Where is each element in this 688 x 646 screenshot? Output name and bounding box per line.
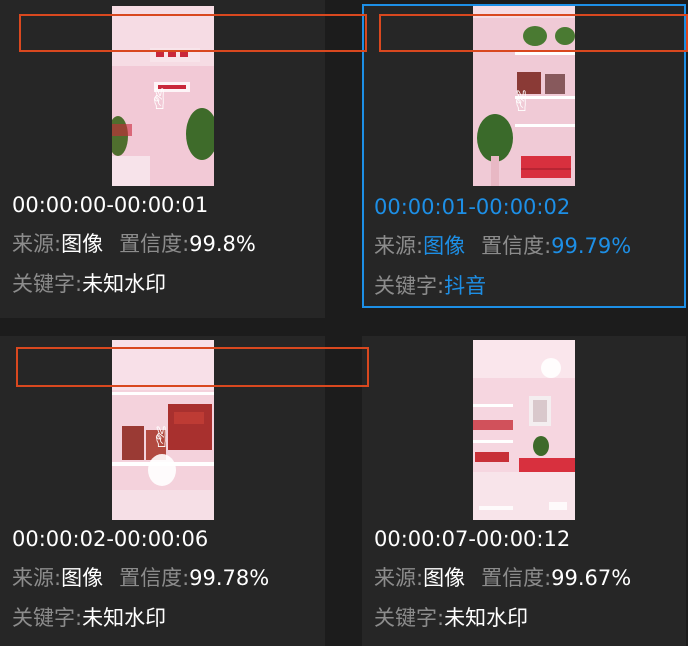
keyword-row: 关键字:抖音	[374, 273, 486, 299]
keyword-label: 关键字:	[12, 606, 83, 630]
time-range-text: 00:00:00-00:00:01	[12, 193, 209, 217]
hand-gesture-icon: ✌	[510, 85, 534, 118]
keyword-value: 未知水印	[82, 272, 167, 296]
source-label: 来源:	[374, 234, 424, 258]
result-card-1[interactable]: ✌ 00:00:00-00:00:01 来源:图像 置信度:99.8% 关键字:未…	[0, 0, 325, 318]
keyword-label: 关键字:	[374, 606, 445, 630]
result-card-4[interactable]: 00:00:07-00:00:12 来源:图像 置信度:99.67% 关键字:未知…	[362, 336, 686, 646]
time-range: 00:00:01-00:00:02	[374, 194, 570, 220]
source-value: 图像	[61, 232, 104, 256]
time-range-text: 00:00:02-00:00:06	[12, 527, 209, 551]
source-value: 图像	[423, 234, 466, 258]
video-thumbnail	[473, 340, 575, 520]
time-range-text: 00:00:07-00:00:12	[374, 527, 571, 551]
source-label: 来源:	[374, 566, 424, 590]
result-card-2[interactable]: ✌ 00:00:01-00:00:02 来源:图像 置信度:99.79% 关键字:…	[362, 4, 686, 308]
source-value: 图像	[61, 566, 104, 590]
hand-gesture-icon: ✌	[150, 421, 174, 454]
confidence-value: 99.78%	[189, 566, 270, 590]
keyword-value: 抖音	[444, 274, 487, 298]
time-range: 00:00:00-00:00:01	[12, 192, 208, 218]
confidence-label: 置信度:	[481, 566, 552, 590]
source-value: 图像	[423, 566, 466, 590]
hand-gesture-icon: ✌	[148, 83, 172, 116]
keyword-row: 关键字:未知水印	[374, 605, 528, 631]
confidence-value: 99.79%	[551, 234, 632, 258]
source-confidence-row: 来源:图像 置信度:99.78%	[12, 565, 269, 591]
confidence-label: 置信度:	[119, 232, 190, 256]
source-label: 来源:	[12, 566, 62, 590]
keyword-row: 关键字:未知水印	[12, 271, 166, 297]
time-range-text: 00:00:01-00:00:02	[374, 195, 571, 219]
source-confidence-row: 来源:图像 置信度:99.8%	[12, 231, 256, 257]
confidence-value: 99.67%	[551, 566, 632, 590]
source-confidence-row: 来源:图像 置信度:99.67%	[374, 565, 631, 591]
result-card-3[interactable]: ✌ 00:00:02-00:00:06 来源:图像 置信度:99.78% 关键字:…	[0, 336, 325, 646]
time-range: 00:00:07-00:00:12	[374, 526, 570, 552]
keyword-value: 未知水印	[82, 606, 167, 630]
source-confidence-row: 来源:图像 置信度:99.79%	[374, 233, 631, 259]
keyword-label: 关键字:	[12, 272, 83, 296]
confidence-value: 99.8%	[189, 232, 256, 256]
source-label: 来源:	[12, 232, 62, 256]
confidence-label: 置信度:	[119, 566, 190, 590]
keyword-value: 未知水印	[444, 606, 529, 630]
confidence-label: 置信度:	[481, 234, 552, 258]
time-range: 00:00:02-00:00:06	[12, 526, 208, 552]
keyword-row: 关键字:未知水印	[12, 605, 166, 631]
keyword-label: 关键字:	[374, 274, 445, 298]
